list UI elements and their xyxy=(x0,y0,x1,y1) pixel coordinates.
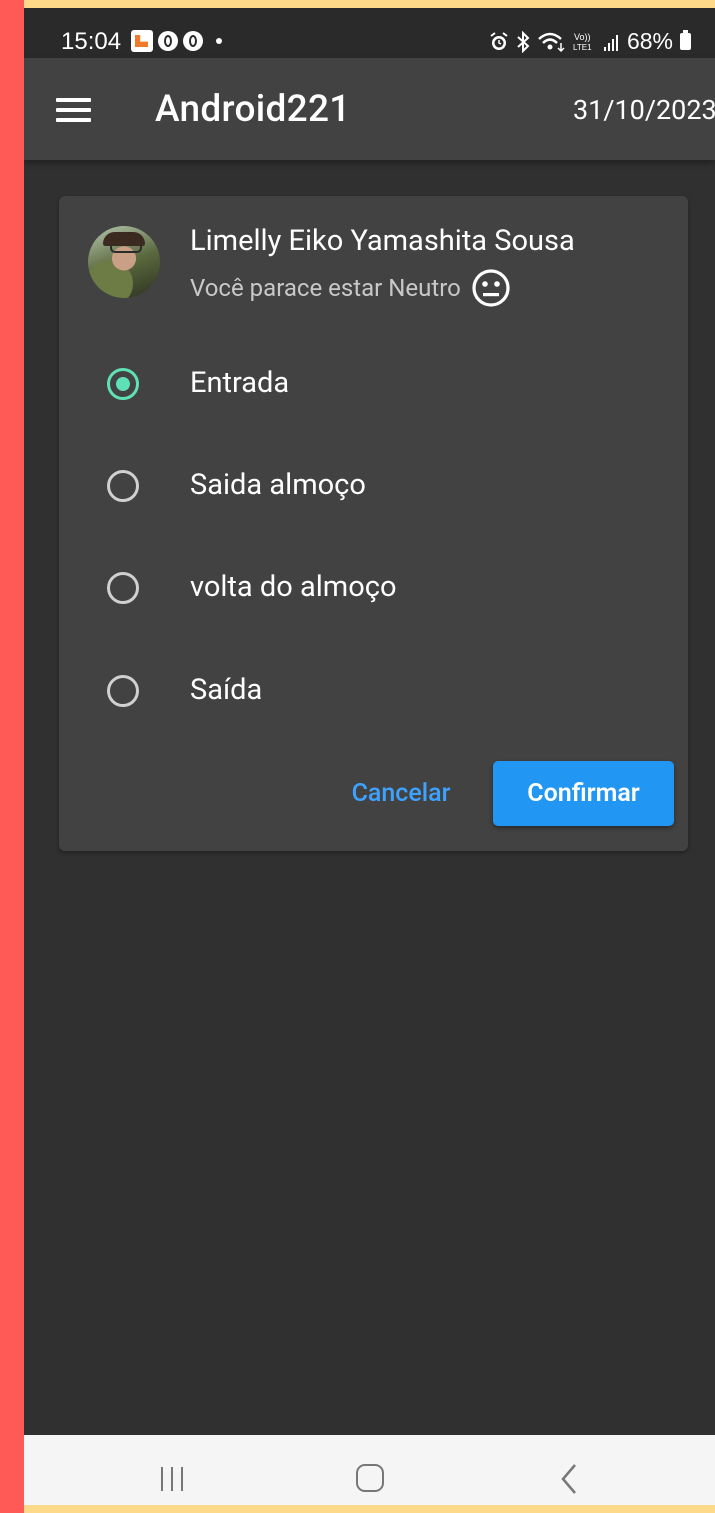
clock-in-dialog-card: Limelly Eiko Yamashita Sousa Você parace… xyxy=(59,196,688,851)
system-icons: Vo)) LTE1 68% xyxy=(489,28,691,55)
home-icon[interactable] xyxy=(356,1464,384,1492)
signal-icon xyxy=(603,34,618,51)
app-notification-icon xyxy=(131,30,153,52)
option-label: Saida almoço xyxy=(190,468,366,502)
bluetooth-icon xyxy=(517,30,530,53)
option-saida-almoco[interactable]: Saida almoço xyxy=(59,452,688,522)
top-border-strip xyxy=(24,0,715,8)
radio-selected-icon[interactable] xyxy=(107,368,139,400)
user-name: Limelly Eiko Yamashita Sousa xyxy=(190,224,575,258)
battery-percent: 68% xyxy=(626,28,673,54)
notification-icon xyxy=(158,31,178,51)
radio-unselected-icon[interactable] xyxy=(107,470,139,502)
app-date: 31/10/2023 xyxy=(573,94,715,126)
app-bar: Android221 31/10/2023 xyxy=(24,58,715,160)
volte-icon: Vo)) LTE1 xyxy=(573,32,592,52)
option-label: Saída xyxy=(190,673,263,707)
recent-apps-icon[interactable] xyxy=(161,1467,191,1491)
wifi-icon xyxy=(538,32,565,52)
notification-icons xyxy=(131,30,222,52)
cancel-button[interactable]: Cancelar xyxy=(336,764,466,822)
app-title: Android221 xyxy=(155,88,351,131)
more-notifications-dot-icon xyxy=(216,38,222,44)
option-volta-do-almoco[interactable]: volta do almoço xyxy=(59,554,688,624)
status-time: 15:04 xyxy=(61,28,122,55)
radio-unselected-icon[interactable] xyxy=(107,675,139,707)
option-label: volta do almoço xyxy=(190,570,397,604)
status-bar: 15:04 Vo)) LTE1 68% xyxy=(24,8,715,58)
alarm-icon xyxy=(490,31,508,50)
option-entrada[interactable]: Entrada xyxy=(59,350,688,420)
radio-unselected-icon[interactable] xyxy=(107,572,139,604)
option-label: Entrada xyxy=(190,366,290,400)
left-border-strip xyxy=(0,0,24,1513)
phone-screen: 15:04 Vo)) LTE1 68% Android221 31/10/202… xyxy=(24,8,715,1505)
svg-text:Vo)): Vo)) xyxy=(574,32,591,42)
option-saida[interactable]: Saída xyxy=(59,657,688,727)
neutral-face-icon xyxy=(472,269,510,307)
avatar xyxy=(88,226,160,298)
system-navigation-bar xyxy=(24,1435,715,1505)
mood-line: Você parace estar Neutro xyxy=(190,268,511,308)
back-icon[interactable] xyxy=(557,1463,581,1495)
hamburger-menu-icon[interactable] xyxy=(56,98,92,124)
mood-text: Você parace estar Neutro xyxy=(190,274,461,302)
battery-icon xyxy=(680,30,691,50)
notification-icon xyxy=(183,31,203,51)
confirm-button[interactable]: Confirmar xyxy=(493,761,674,826)
svg-text:LTE1: LTE1 xyxy=(573,43,592,52)
